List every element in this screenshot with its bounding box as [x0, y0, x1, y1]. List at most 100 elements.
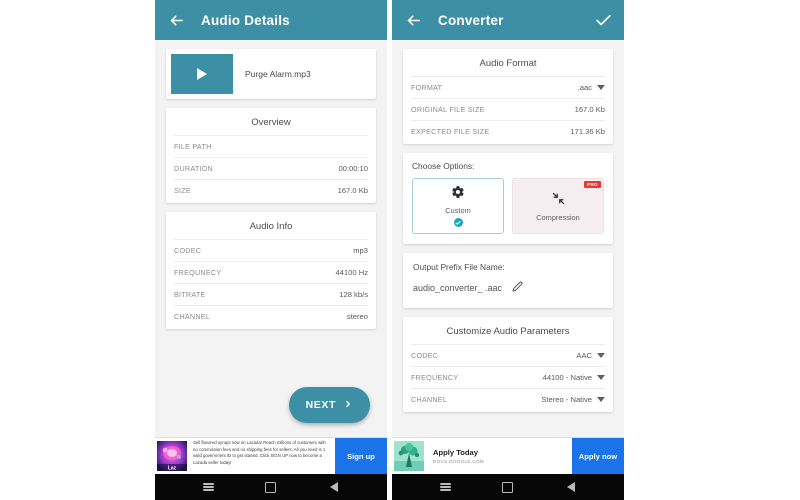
table-row: CHANNEL stereo — [174, 305, 368, 327]
recents-lines — [439, 481, 451, 492]
svg-text:Laz: Laz — [168, 465, 177, 471]
compress-arrows-icon — [551, 191, 566, 211]
output-prefix-heading: Output Prefix File Name: — [413, 262, 505, 272]
output-prefix-card: Output Prefix File Name: audio_converter… — [403, 253, 613, 308]
lazada-logo-icon: Laz — [155, 438, 189, 474]
back-triangle — [566, 482, 575, 492]
customize-params-title: Customize Audio Parameters — [446, 326, 570, 337]
pencil-icon[interactable] — [512, 279, 523, 297]
row-value: 171.36 Kb — [570, 127, 605, 136]
row-value: mp3 — [353, 246, 368, 255]
table-row: BITRATE 128 kb/s — [174, 283, 368, 305]
phone-screen-audio-details: Audio Details Purge Alarm.mp3 Overview F… — [155, 0, 387, 500]
ad-banner-apply-today[interactable]: Apply Today DOCS.GOOGLE.COM Apply now — [392, 437, 624, 474]
row-label: CHANNEL — [174, 312, 211, 321]
overview-rows: FILE PATH DURATION 00:00:10 SIZE 167.0 K… — [166, 135, 376, 203]
row-value: 00:00:10 — [338, 164, 368, 173]
next-button[interactable]: NEXT — [288, 387, 370, 423]
android-navbar — [155, 474, 387, 500]
table-row: FREQUNECY 44100 Hz — [174, 261, 368, 283]
ad-signup-button[interactable]: Sign up — [335, 438, 387, 474]
option-selected-check-icon — [453, 218, 463, 227]
choose-options-heading: Choose Options: — [412, 161, 475, 171]
row-label: BITRATE — [174, 290, 206, 299]
row-label: CODEC — [411, 351, 439, 360]
check-icon[interactable] — [592, 9, 614, 31]
play-icon[interactable] — [171, 54, 233, 94]
recents-lines — [202, 481, 214, 492]
ad-title: Apply Today — [433, 448, 479, 457]
ad-url: DOCS.GOOGLE.COM — [433, 459, 484, 464]
home-square — [265, 481, 277, 493]
table-row: CODEC mp3 — [174, 239, 368, 261]
choose-options-grid: Custom PRO Compression — [412, 178, 604, 234]
customize-params-card: Customize Audio Parameters CODEC AAC FRE… — [403, 317, 613, 412]
chevron-right-icon — [343, 399, 353, 412]
row-value: 44100 Hz — [335, 268, 368, 277]
row-value: 167.0 Kb — [574, 105, 605, 114]
screenshot-stage: Audio Details Purge Alarm.mp3 Overview F… — [0, 0, 800, 500]
chevron-down-icon[interactable] — [597, 397, 605, 402]
ad-apply-now-button[interactable]: Apply now — [572, 438, 624, 474]
codec-row[interactable]: CODEC AAC — [411, 344, 605, 366]
row-label: CODEC — [174, 246, 202, 255]
right-screen-body: Audio Format FORMAT .aac ORIGINAL FILE S… — [392, 40, 624, 437]
left-appbar: Audio Details — [155, 0, 387, 40]
row-label: SIZE — [174, 186, 191, 195]
home-square-icon[interactable] — [501, 480, 515, 494]
format-value: .aac — [577, 83, 592, 92]
row-value: 44100 - Native — [543, 373, 605, 382]
audio-file-card[interactable]: Purge Alarm.mp3 — [166, 49, 376, 99]
android-navbar — [392, 474, 624, 500]
row-value: .aac — [578, 83, 605, 92]
table-row: SIZE 167.0 Kb — [174, 179, 368, 201]
row-label: FILE PATH — [174, 142, 212, 151]
gear-icon — [451, 185, 465, 204]
row-value: stereo — [346, 312, 368, 321]
overview-card: Overview FILE PATH DURATION 00:00:10 SIZ… — [166, 108, 376, 203]
ad-banner-lazada[interactable]: Laz Sell flavored syrups now on Lazada! … — [155, 437, 387, 474]
ad-copy-text: Sell flavored syrups now on Lazada! Reac… — [193, 440, 326, 465]
back-icon[interactable] — [165, 9, 187, 31]
option-compression[interactable]: PRO Compression — [512, 178, 604, 234]
format-row[interactable]: FORMAT .aac — [411, 76, 605, 98]
chevron-down-icon[interactable] — [597, 85, 605, 90]
option-compression-label: Compression — [536, 212, 580, 222]
option-custom-label: Custom — [445, 206, 471, 215]
back-icon[interactable] — [402, 9, 424, 31]
back-triangle-icon[interactable] — [564, 480, 578, 494]
channel-row[interactable]: CHANNEL Stereo - Native — [411, 388, 605, 410]
ad-thumbnail-icon — [392, 438, 426, 474]
chevron-down-icon[interactable] — [597, 375, 605, 380]
customize-params-rows: CODEC AAC FREQUENCY 44100 - Native CHANN… — [403, 344, 613, 412]
audio-info-title: Audio Info — [249, 221, 293, 232]
play-triangle — [197, 68, 207, 80]
row-value: 128 kb/s — [339, 290, 368, 299]
recents-icon[interactable] — [201, 480, 215, 494]
row-label: FREQUNECY — [174, 268, 222, 277]
table-row: EXPECTED FILE SIZE 171.36 Kb — [411, 120, 605, 142]
chevron-down-icon[interactable] — [597, 353, 605, 358]
row-value: Stereo - Native — [541, 395, 605, 404]
recents-icon[interactable] — [438, 480, 452, 494]
row-label: FORMAT — [411, 83, 443, 92]
audio-file-name: Purge Alarm.mp3 — [245, 69, 311, 79]
audio-format-title: Audio Format — [479, 58, 537, 69]
frequency-row[interactable]: FREQUENCY 44100 - Native — [411, 366, 605, 388]
row-label: EXPECTED FILE SIZE — [411, 127, 490, 136]
channel-value: Stereo - Native — [541, 395, 592, 404]
left-screen-body: Purge Alarm.mp3 Overview FILE PATH DURAT… — [155, 40, 387, 437]
back-triangle-icon[interactable] — [327, 480, 341, 494]
choose-options-card: Choose Options: Custom PRO Compression — [403, 153, 613, 244]
home-square-icon[interactable] — [264, 480, 278, 494]
row-label: FREQUENCY — [411, 373, 459, 382]
option-custom[interactable]: Custom — [412, 178, 504, 234]
ad-body: Sell flavored syrups now on Lazada! Reac… — [189, 438, 335, 474]
audio-format-rows: FORMAT .aac ORIGINAL FILE SIZE 167.0 Kb … — [403, 76, 613, 144]
ad-body: Apply Today DOCS.GOOGLE.COM — [426, 438, 572, 474]
back-triangle — [329, 482, 338, 492]
audio-info-rows: CODEC mp3 FREQUNECY 44100 Hz BITRATE 128… — [166, 239, 376, 329]
next-button-wrap: NEXT — [288, 387, 370, 423]
output-prefix-value: audio_converter_ .aac — [413, 283, 503, 293]
table-row: DURATION 00:00:10 — [174, 157, 368, 179]
